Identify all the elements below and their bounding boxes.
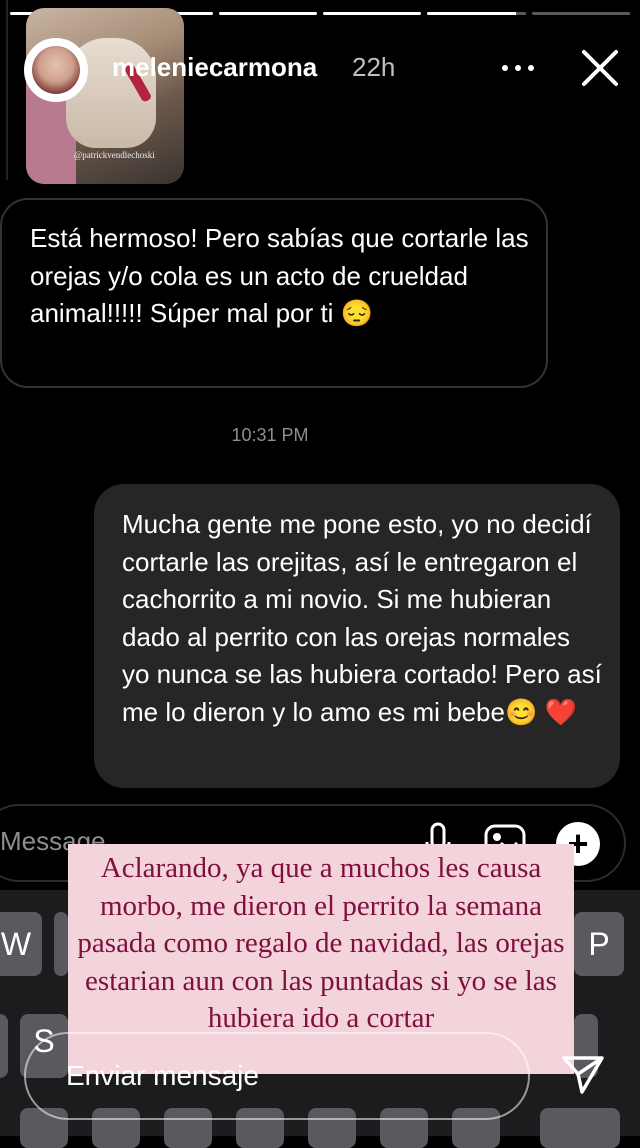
key-p[interactable]: P [574, 912, 624, 976]
incoming-message-bubble: Está hermoso! Pero sabías que cortarle l… [0, 198, 548, 388]
progress-segment [322, 12, 422, 15]
close-icon[interactable] [578, 46, 622, 90]
username[interactable]: meleniecarmona [112, 52, 317, 83]
progress-segment [531, 12, 630, 15]
avatar[interactable] [24, 38, 88, 102]
reply-placeholder[interactable]: Enviar mensaje [66, 1060, 259, 1092]
incoming-message-text: Está hermoso! Pero sabías que cortarle l… [30, 223, 529, 328]
send-icon[interactable] [560, 1054, 606, 1096]
left-edge-divider [0, 0, 8, 180]
message-timestamp: 10:31 PM [231, 425, 309, 445]
key-w[interactable]: W [0, 912, 42, 976]
outgoing-message-bubble: Mucha gente me pone esto, yo no decidí c… [94, 484, 620, 788]
key-a[interactable] [0, 1014, 8, 1078]
overlay-text: Aclarando, ya que a muchos les causa mor… [77, 852, 565, 1034]
key-e[interactable] [54, 912, 68, 976]
progress-segment [218, 12, 317, 15]
story-time: 22h [352, 52, 396, 82]
progress-segment [427, 12, 526, 15]
photo-tag: @patrickvendlechoski [74, 150, 155, 160]
avatar-face [32, 46, 80, 94]
key-row3-right[interactable] [540, 1108, 620, 1148]
outgoing-message-text: Mucha gente me pone esto, yo no decidí c… [122, 509, 602, 727]
more-options-icon[interactable] [502, 62, 542, 74]
